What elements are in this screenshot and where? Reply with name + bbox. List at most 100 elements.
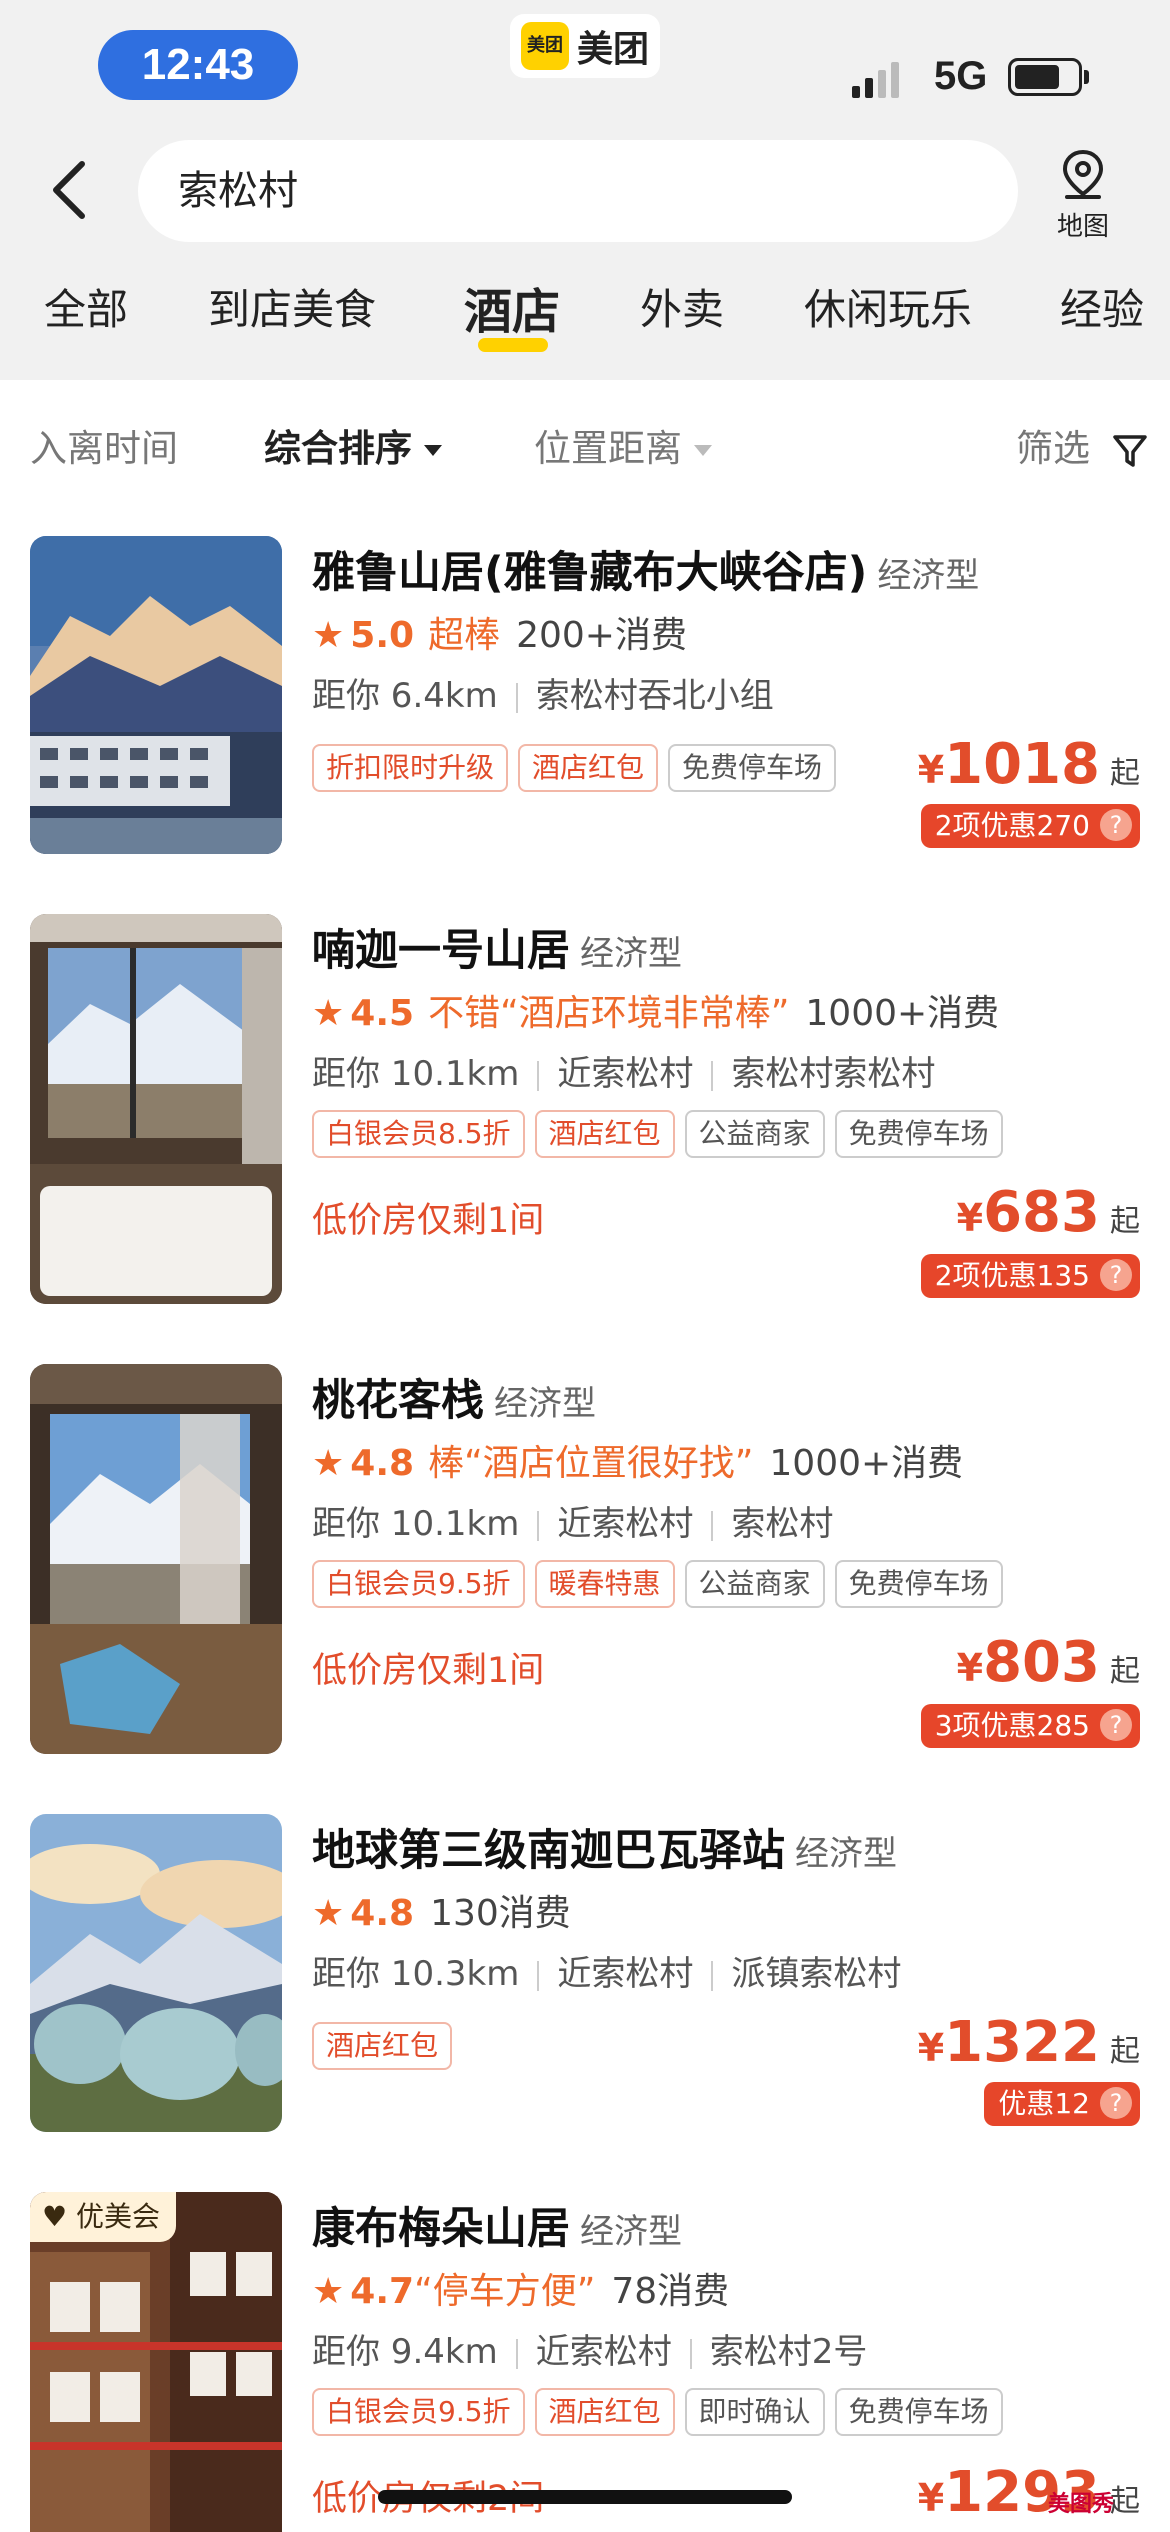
tag: 免费停车场 xyxy=(834,1560,1003,1608)
tab-dine-in[interactable]: 到店美食 xyxy=(208,276,376,337)
hotel-thumbnail: ♥ 优美会 xyxy=(30,2192,282,2532)
hotel-type: 经济型 xyxy=(494,1384,596,1424)
filter-checkin-time[interactable]: 入离时间 xyxy=(30,418,178,472)
hotel-area: 近索松村 xyxy=(557,1054,694,1094)
hotel-area: 近索松村 xyxy=(557,1504,694,1544)
price-value: 803 xyxy=(983,1630,1100,1695)
hotel-price: ¥1018 起 xyxy=(918,732,1140,797)
divider xyxy=(711,1960,714,1991)
hotel-location: 距你 10.1km 近索松村 索松村索松村 xyxy=(312,1046,935,1095)
tag: 免费停车场 xyxy=(668,744,837,792)
hotel-name-text: 桃花客栈 xyxy=(312,1376,484,1426)
rating-word: 超棒 xyxy=(428,615,501,656)
promo-badge[interactable]: 2项优惠135? xyxy=(920,1254,1140,1298)
app-name: 美团 xyxy=(576,29,649,70)
tag: 免费停车场 xyxy=(834,2388,1003,2436)
hotel-card[interactable]: 雅鲁山居(雅鲁藏布大峡谷店) 经济型 ★ 5.0 超棒 200+消费 距你 6.4km 索… xyxy=(0,536,1170,866)
question-icon: ? xyxy=(1100,809,1132,841)
filter-sort[interactable]: 综合排序 xyxy=(264,418,442,472)
divider xyxy=(537,1960,540,1991)
hotel-location: 距你 9.4km 近索松村 索松村2号 xyxy=(312,2324,867,2373)
hotel-card[interactable]: 喃迦一号山居 经济型 ★ 4.5 不错“酒店环境非常棒” 1000+消费 距你 10.1… xyxy=(0,914,1170,1304)
consumption-count: 1000+消费 xyxy=(769,1443,964,1484)
home-indicator[interactable] xyxy=(378,2490,792,2504)
heart-icon: ♥ xyxy=(42,2200,68,2233)
review-quote: “酒店位置很好找” xyxy=(464,1443,754,1484)
question-icon: ? xyxy=(1100,1259,1132,1291)
caret-down-icon xyxy=(694,445,712,456)
tab-hotel[interactable]: 酒店 xyxy=(464,276,560,342)
promo-badge[interactable]: 2项优惠270? xyxy=(920,804,1140,848)
hotel-tags: 酒店红包 xyxy=(312,2022,462,2070)
divider xyxy=(515,2338,518,2369)
tag: 酒店红包 xyxy=(518,744,659,792)
consumption-count: 200+消费 xyxy=(516,615,687,656)
question-icon: ? xyxy=(1100,2087,1132,2119)
hotel-name: 康布梅朵山居 经济型 xyxy=(312,2194,682,2256)
tag: 白银会员9.5折 xyxy=(312,2388,525,2436)
tag: 酒店红包 xyxy=(534,1110,675,1158)
tab-takeout[interactable]: 外卖 xyxy=(640,276,724,337)
promo-text: 3项优惠285 xyxy=(934,1709,1090,1742)
battery-icon xyxy=(1008,58,1082,96)
filter-label: 筛选 xyxy=(1016,427,1090,470)
tag: 公益商家 xyxy=(684,1560,825,1608)
hotel-name: 雅鲁山居(雅鲁藏布大峡谷店) 经济型 xyxy=(312,538,979,600)
hotel-photo xyxy=(30,914,282,1304)
hotel-name-text: 雅鲁山居(雅鲁藏布大峡谷店) xyxy=(312,548,868,598)
divider xyxy=(711,1510,714,1541)
price-suffix: 起 xyxy=(1110,1654,1140,1689)
hotel-area: 索松村索松村 xyxy=(731,1054,936,1094)
search-input[interactable]: 索松村 xyxy=(138,140,1018,242)
hotel-thumbnail xyxy=(30,914,282,1304)
map-button[interactable]: 地图 xyxy=(1040,148,1126,243)
back-button[interactable] xyxy=(40,150,100,230)
hotel-distance: 距你 9.4km xyxy=(312,2332,498,2372)
tab-leisure[interactable]: 休闲玩乐 xyxy=(804,276,972,337)
status-time: 12:43 xyxy=(98,30,298,100)
tag: 公益商家 xyxy=(684,1110,825,1158)
hotel-distance: 距你 10.3km xyxy=(312,1954,520,1994)
hotel-area: 索松村 xyxy=(731,1504,834,1544)
divider xyxy=(537,1510,540,1541)
tab-experience[interactable]: 经验 xyxy=(1060,276,1144,337)
star-icon: ★ xyxy=(312,1443,345,1484)
app-indicator[interactable]: 美团 美团 xyxy=(510,14,660,78)
hotel-price: ¥803 起 xyxy=(957,1630,1140,1695)
hotel-rating: ★ 4.7“停车方便” 78消费 xyxy=(312,2262,729,2314)
hotel-distance: 距你 10.1km xyxy=(312,1504,520,1544)
hotel-type: 经济型 xyxy=(877,556,980,596)
caret-down-icon xyxy=(424,445,442,456)
tab-all[interactable]: 全部 xyxy=(44,276,128,337)
hotel-location: 距你 6.4km 索松村吞北小组 xyxy=(312,668,774,717)
hotel-distance: 距你 10.1km xyxy=(312,1054,520,1094)
filter-bar: 入离时间 综合排序 位置距离 筛选 xyxy=(0,380,1170,510)
price-suffix: 起 xyxy=(1110,756,1140,791)
filter-distance[interactable]: 位置距离 xyxy=(534,418,712,472)
star-icon: ★ xyxy=(312,2271,345,2312)
hotel-card[interactable]: ♥ 优美会 康布梅朵山居 经济型 ★ 4.7“停车方便” 78消费 距你 9.4km 近… xyxy=(0,2192,1170,2532)
tag: 暖春特惠 xyxy=(534,1560,675,1608)
promo-text: 2项优惠135 xyxy=(934,1259,1090,1292)
divider xyxy=(537,1060,540,1091)
promo-badge[interactable]: 优惠12? xyxy=(984,2082,1140,2126)
hotel-distance: 距你 6.4km xyxy=(312,676,498,716)
rating-score: 4.7 xyxy=(350,2271,415,2312)
hotel-card[interactable]: 地球第三级南迦巴瓦驿站 经济型 ★ 4.8 130消费 距你 10.3km 近索松村 派镇… xyxy=(0,1814,1170,2136)
hotel-photo xyxy=(30,536,282,854)
filter-button[interactable]: 筛选 xyxy=(1016,418,1150,472)
price-value: 1322 xyxy=(944,2010,1100,2075)
review-quote: “酒店环境非常棒” xyxy=(500,993,790,1034)
hotel-card[interactable]: 桃花客栈 经济型 ★ 4.8 棒“酒店位置很好找” 1000+消费 距你 10.1km 近… xyxy=(0,1364,1170,1754)
promo-text: 优惠12 xyxy=(998,2087,1090,2120)
signal-icon xyxy=(852,62,899,98)
map-pin-icon xyxy=(1062,149,1104,199)
tag: 酒店红包 xyxy=(312,2022,453,2070)
hotel-type: 经济型 xyxy=(580,2212,682,2252)
rating-score: 4.5 xyxy=(350,993,415,1034)
filter-sort-label: 综合排序 xyxy=(264,427,412,470)
hotel-photo xyxy=(30,1814,282,2132)
consumption-count: 78消费 xyxy=(611,2271,730,2312)
promo-badge[interactable]: 3项优惠285? xyxy=(920,1704,1140,1748)
star-icon: ★ xyxy=(312,1893,345,1934)
